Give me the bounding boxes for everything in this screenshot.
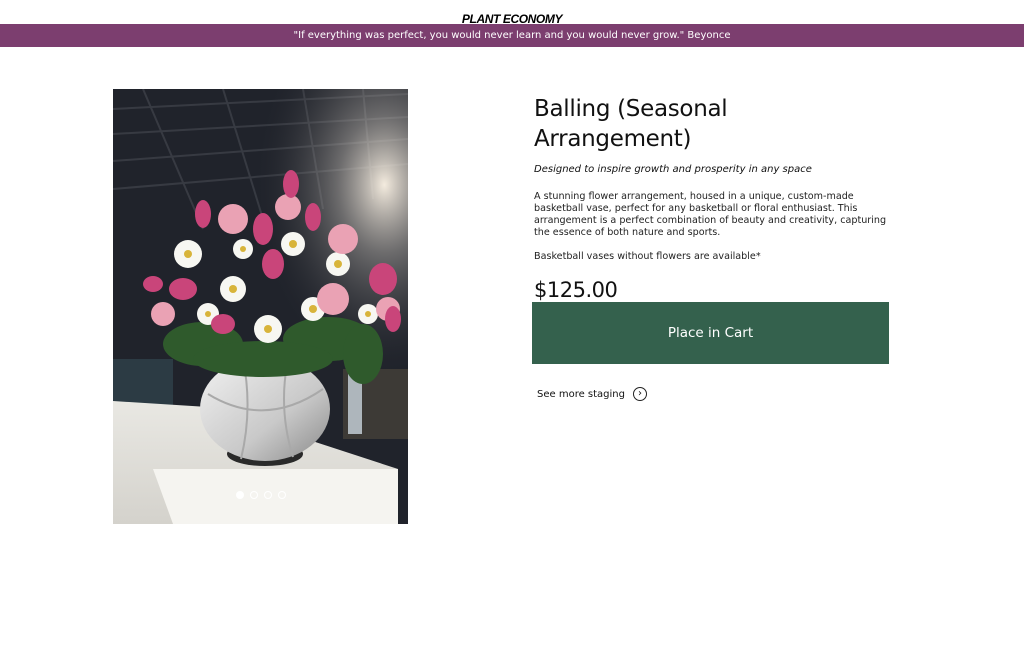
carousel-dots — [113, 491, 408, 499]
product-image-carousel[interactable] — [113, 89, 408, 524]
product-title: Balling (Seasonal Arrangement) — [534, 96, 728, 152]
product-tagline: Designed to inspire growth and prosperit… — [534, 164, 812, 175]
carousel-dot-2[interactable] — [249, 491, 258, 499]
quote-banner: "If everything was perfect, you would ne… — [0, 24, 1024, 47]
product-description: A stunning flower arrangement, housed in… — [534, 191, 887, 238]
place-in-cart-button[interactable]: Place in Cart — [532, 302, 889, 364]
quote-text: "If everything was perfect, you would ne… — [293, 30, 731, 41]
chevron-right-circle-icon: › — [632, 387, 647, 401]
product-info: Balling (Seasonal Arrangement) Designed … — [534, 94, 890, 302]
product-note: Basketball vases without flowers are ava… — [534, 251, 761, 262]
carousel-dot-4[interactable] — [277, 491, 286, 499]
product-photo — [113, 89, 408, 524]
see-more-staging-link[interactable]: See more staging › — [537, 387, 647, 401]
see-more-staging-label: See more staging — [537, 388, 625, 400]
product-price: $125.00 — [534, 278, 618, 302]
carousel-dot-1[interactable] — [235, 491, 244, 499]
carousel-dot-3[interactable] — [263, 491, 272, 499]
